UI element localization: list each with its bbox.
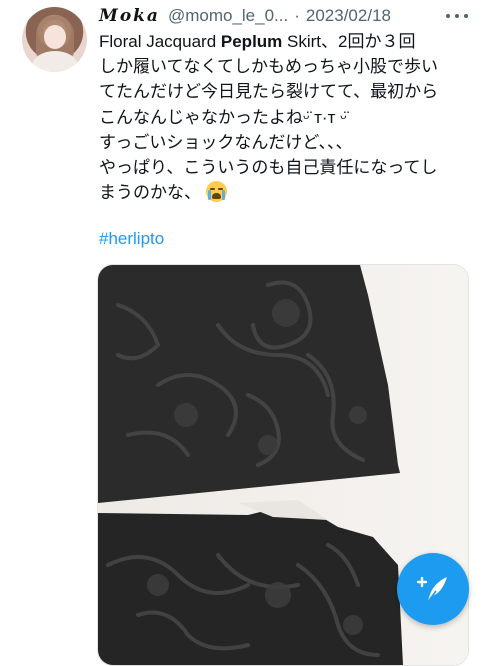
display-name[interactable]: 𝑴𝒐𝒌𝒂 [99, 6, 160, 26]
tweet-header: 𝑴𝒐𝒌𝒂 @momo_le_0... · 2023/02/18 [99, 4, 391, 28]
tweet-text-part: Floral Jacquard [99, 32, 221, 51]
user-handle[interactable]: @momo_le_0... [168, 6, 288, 26]
avatar[interactable] [22, 7, 87, 72]
tweet-text: Floral Jacquard Peplum Skirt、2回か３回 しか履いて… [99, 29, 474, 205]
tweet-date[interactable]: 2023/02/18 [306, 6, 391, 26]
loudly-crying-face-icon [205, 181, 227, 203]
tweet-text-bold: Peplum [220, 32, 283, 51]
avatar-face [44, 25, 66, 49]
more-options-icon[interactable] [446, 8, 468, 24]
compose-tweet-icon [416, 576, 447, 603]
separator-dot: · [294, 6, 300, 25]
hashtag-link[interactable]: #herlipto [99, 229, 164, 249]
compose-tweet-button[interactable] [397, 553, 469, 625]
tweet-text-part: Skirt、2回か３回 しか履いてなくてしかもめっちゃ小股で歩い てたんだけど今… [99, 32, 439, 203]
